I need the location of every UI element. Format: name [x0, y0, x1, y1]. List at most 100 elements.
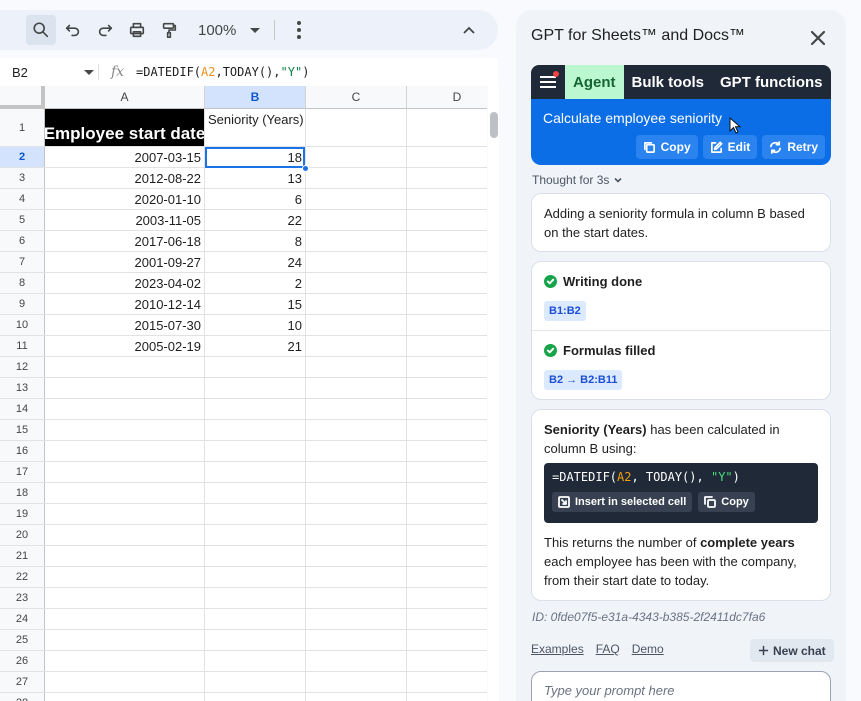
cell-column-c[interactable]	[306, 462, 407, 482]
undo-button[interactable]	[58, 15, 88, 45]
cell-start-date[interactable]	[45, 378, 205, 398]
cell-column-c[interactable]	[306, 168, 407, 188]
row-header[interactable]: 15	[0, 420, 45, 440]
cell-column-c[interactable]	[306, 273, 407, 293]
cell-start-date[interactable]: 2023-04-02	[45, 273, 205, 293]
cell-column-c[interactable]	[306, 693, 407, 701]
demo-link[interactable]: Demo	[632, 642, 664, 656]
cell-seniority[interactable]: 8	[205, 231, 306, 251]
cell-seniority[interactable]: 6	[205, 189, 306, 209]
cell-column-c[interactable]	[306, 420, 407, 440]
cell-start-date[interactable]: 2005-02-19	[45, 336, 205, 356]
cell-column-d[interactable]	[407, 420, 487, 440]
cell-column-c[interactable]	[306, 546, 407, 566]
cell-column-c[interactable]	[306, 294, 407, 314]
row-header[interactable]: 7	[0, 252, 45, 272]
cell-column-c[interactable]	[306, 109, 407, 146]
cell-start-date[interactable]	[45, 567, 205, 587]
tab-agent[interactable]: Agent	[565, 65, 624, 99]
cell-column-c[interactable]	[306, 231, 407, 251]
row-header[interactable]: 20	[0, 525, 45, 545]
vertical-scrollbar[interactable]	[488, 86, 499, 701]
cell-column-c[interactable]	[306, 315, 407, 335]
cell-column-c[interactable]	[306, 672, 407, 692]
cell-column-d[interactable]	[407, 252, 487, 272]
zoom-select[interactable]: 100%	[198, 22, 261, 39]
cell-column-d[interactable]	[407, 672, 487, 692]
cell-start-date[interactable]	[45, 462, 205, 482]
cell-column-d[interactable]	[407, 378, 487, 398]
cell-column-c[interactable]	[306, 252, 407, 272]
row-header[interactable]: 22	[0, 567, 45, 587]
row-header[interactable]: 25	[0, 630, 45, 650]
cell-seniority[interactable]	[205, 378, 306, 398]
cell-column-c[interactable]	[306, 567, 407, 587]
new-chat-button[interactable]: New chat	[750, 639, 834, 662]
row-header[interactable]: 8	[0, 273, 45, 293]
row-header[interactable]: 6	[0, 231, 45, 251]
cell-column-d[interactable]	[407, 651, 487, 671]
cell-seniority[interactable]	[205, 357, 306, 377]
faq-link[interactable]: FAQ	[596, 642, 620, 656]
cell-seniority[interactable]	[205, 693, 306, 701]
cell-column-d[interactable]	[407, 462, 487, 482]
cell-column-d[interactable]	[407, 630, 487, 650]
row-header[interactable]: 11	[0, 336, 45, 356]
cell-start-date[interactable]	[45, 525, 205, 545]
cell-seniority[interactable]	[205, 672, 306, 692]
cell-column-c[interactable]	[306, 441, 407, 461]
column-header-c[interactable]: C	[306, 86, 407, 109]
select-all-corner[interactable]	[0, 86, 45, 109]
cell-seniority[interactable]: 18	[205, 147, 306, 167]
cell-column-d[interactable]	[407, 109, 487, 146]
cell-column-d[interactable]	[407, 609, 487, 629]
chevron-up-icon[interactable]	[462, 23, 476, 37]
cell-seniority[interactable]	[205, 651, 306, 671]
fill-handle[interactable]	[302, 165, 309, 172]
cell-seniority[interactable]	[205, 441, 306, 461]
row-header[interactable]: 26	[0, 651, 45, 671]
row-header[interactable]: 2	[0, 147, 45, 167]
row-header[interactable]: 16	[0, 441, 45, 461]
spreadsheet-grid[interactable]: A B C D 1 Employee start date Seniority (Y…	[0, 86, 487, 701]
cell-header-start-date[interactable]: Employee start date	[45, 109, 205, 146]
cell-column-d[interactable]	[407, 567, 487, 587]
search-menus-button[interactable]	[26, 15, 56, 45]
redo-button[interactable]	[90, 15, 120, 45]
cell-column-c[interactable]	[306, 399, 407, 419]
name-box[interactable]: B2	[0, 58, 98, 86]
cell-seniority[interactable]	[205, 525, 306, 545]
cell-seniority[interactable]: 15	[205, 294, 306, 314]
cell-seniority[interactable]	[205, 588, 306, 608]
cell-column-d[interactable]	[407, 693, 487, 701]
cell-column-d[interactable]	[407, 441, 487, 461]
print-button[interactable]	[122, 15, 152, 45]
row-header[interactable]: 18	[0, 483, 45, 503]
cell-column-d[interactable]	[407, 525, 487, 545]
cell-start-date[interactable]	[45, 420, 205, 440]
cell-seniority[interactable]	[205, 399, 306, 419]
copy-message-button[interactable]: Copy	[635, 135, 698, 159]
cell-seniority[interactable]	[205, 567, 306, 587]
column-header-a[interactable]: A	[45, 86, 205, 109]
menu-icon[interactable]	[531, 65, 565, 99]
cell-start-date[interactable]: 2020-01-10	[45, 189, 205, 209]
row-header[interactable]: 10	[0, 315, 45, 335]
cell-start-date[interactable]	[45, 483, 205, 503]
cell-seniority[interactable]	[205, 630, 306, 650]
cell-column-c[interactable]	[306, 504, 407, 524]
cell-start-date[interactable]	[45, 672, 205, 692]
scrollbar-thumb[interactable]	[490, 112, 498, 138]
cell-start-date[interactable]	[45, 693, 205, 701]
tab-bulk-tools[interactable]: Bulk tools	[624, 65, 713, 99]
formula-input[interactable]: =DATEDIF(A2,TODAY(),"Y")	[136, 65, 309, 79]
cell-column-d[interactable]	[407, 483, 487, 503]
cell-seniority[interactable]	[205, 462, 306, 482]
cell-start-date[interactable]	[45, 399, 205, 419]
row-header[interactable]: 5	[0, 210, 45, 230]
cell-start-date[interactable]	[45, 609, 205, 629]
cell-column-c[interactable]	[306, 483, 407, 503]
cell-seniority[interactable]: 13	[205, 168, 306, 188]
cell-column-d[interactable]	[407, 168, 487, 188]
column-header-b[interactable]: B	[205, 86, 306, 109]
